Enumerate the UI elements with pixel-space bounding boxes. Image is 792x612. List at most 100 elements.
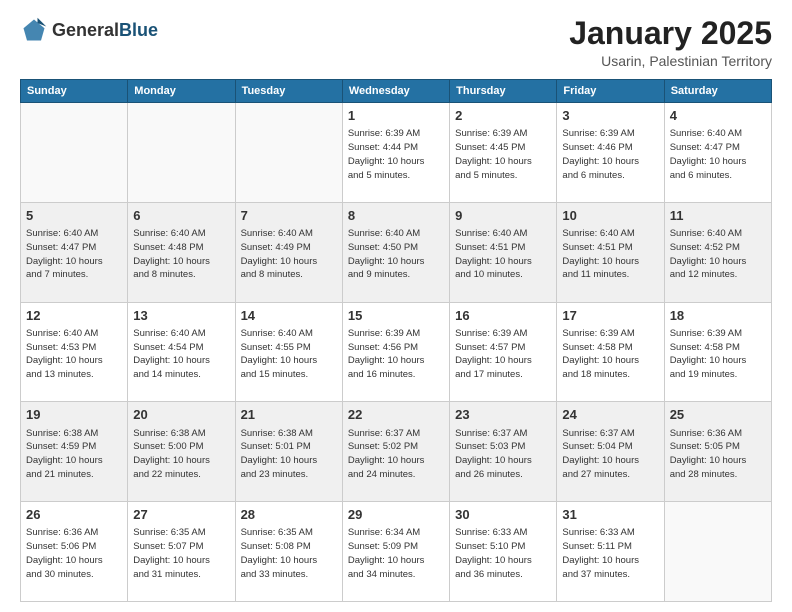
header-saturday: Saturday [664, 80, 771, 103]
day-info: Sunrise: 6:39 AMSunset: 4:58 PMDaylight:… [562, 327, 658, 382]
day-info: Sunrise: 6:33 AMSunset: 5:11 PMDaylight:… [562, 526, 658, 581]
table-row: 19 Sunrise: 6:38 AMSunset: 4:59 PMDayligh… [21, 402, 128, 502]
day-number: 21 [241, 406, 337, 424]
day-number: 13 [133, 307, 229, 325]
calendar-week-row: 12 Sunrise: 6:40 AMSunset: 4:53 PMDayligh… [21, 302, 772, 402]
calendar-week-row: 5 Sunrise: 6:40 AMSunset: 4:47 PMDaylight… [21, 202, 772, 302]
day-info: Sunrise: 6:34 AMSunset: 5:09 PMDaylight:… [348, 526, 444, 581]
logo-text: GeneralBlue [52, 20, 158, 41]
day-number: 1 [348, 107, 444, 125]
page: GeneralBlue January 2025 Usarin, Palesti… [0, 0, 792, 612]
day-number: 27 [133, 506, 229, 524]
day-number: 19 [26, 406, 122, 424]
day-number: 8 [348, 207, 444, 225]
day-number: 11 [670, 207, 766, 225]
logo-icon [20, 16, 48, 44]
table-row: 24Sunrise: 6:37 AMSunset: 5:04 PMDayligh… [557, 402, 664, 502]
day-info: Sunrise: 6:37 AMSunset: 5:03 PMDaylight:… [455, 427, 551, 482]
day-info: Sunrise: 6:39 AMSunset: 4:57 PMDaylight:… [455, 327, 551, 382]
day-info: Sunrise: 6:40 AMSunset: 4:51 PMDaylight:… [455, 227, 551, 282]
day-number: 5 [26, 207, 122, 225]
table-row: 28 Sunrise: 6:35 AMSunset: 5:08 PMDayligh… [235, 502, 342, 602]
table-row: 22Sunrise: 6:37 AMSunset: 5:02 PMDayligh… [342, 402, 449, 502]
day-number: 3 [562, 107, 658, 125]
calendar-table: Sunday Monday Tuesday Wednesday Thursday… [20, 79, 772, 602]
table-row: 29 Sunrise: 6:34 AMSunset: 5:09 PMDayligh… [342, 502, 449, 602]
day-info: Sunrise: 6:37 AMSunset: 5:04 PMDaylight:… [562, 427, 658, 482]
table-row: 9Sunrise: 6:40 AMSunset: 4:51 PMDaylight… [450, 202, 557, 302]
day-number: 23 [455, 406, 551, 424]
table-row: 13Sunrise: 6:40 AMSunset: 4:54 PMDayligh… [128, 302, 235, 402]
table-row: 5 Sunrise: 6:40 AMSunset: 4:47 PMDaylight… [21, 202, 128, 302]
table-row: 2 Sunrise: 6:39 AMSunset: 4:45 PMDaylight… [450, 103, 557, 203]
day-number: 6 [133, 207, 229, 225]
day-number: 17 [562, 307, 658, 325]
day-info: Sunrise: 6:40 AMSunset: 4:51 PMDaylight:… [562, 227, 658, 282]
day-info: Sunrise: 6:38 AMSunset: 5:00 PMDaylight:… [133, 427, 229, 482]
day-info: Sunrise: 6:38 AMSunset: 4:59 PMDaylight:… [26, 427, 122, 482]
day-number: 10 [562, 207, 658, 225]
logo: GeneralBlue [20, 16, 158, 44]
day-info: Sunrise: 6:40 AMSunset: 4:48 PMDaylight:… [133, 227, 229, 282]
calendar-week-row: 26Sunrise: 6:36 AMSunset: 5:06 PMDayligh… [21, 502, 772, 602]
table-row: 20 Sunrise: 6:38 AMSunset: 5:00 PMDayligh… [128, 402, 235, 502]
day-number: 26 [26, 506, 122, 524]
logo-general: General [52, 20, 119, 40]
table-row [21, 103, 128, 203]
day-info: Sunrise: 6:40 AMSunset: 4:49 PMDaylight:… [241, 227, 337, 282]
day-info: Sunrise: 6:39 AMSunset: 4:56 PMDaylight:… [348, 327, 444, 382]
day-info: Sunrise: 6:39 AMSunset: 4:46 PMDaylight:… [562, 127, 658, 182]
day-info: Sunrise: 6:40 AMSunset: 4:55 PMDaylight:… [241, 327, 337, 382]
table-row [128, 103, 235, 203]
table-row: 3 Sunrise: 6:39 AMSunset: 4:46 PMDaylight… [557, 103, 664, 203]
table-row: 4 Sunrise: 6:40 AMSunset: 4:47 PMDaylight… [664, 103, 771, 203]
day-number: 29 [348, 506, 444, 524]
calendar-week-row: 1 Sunrise: 6:39 AMSunset: 4:44 PMDaylight… [21, 103, 772, 203]
header-tuesday: Tuesday [235, 80, 342, 103]
logo-blue: Blue [119, 20, 158, 40]
weekday-header-row: Sunday Monday Tuesday Wednesday Thursday… [21, 80, 772, 103]
day-number: 18 [670, 307, 766, 325]
table-row: 16 Sunrise: 6:39 AMSunset: 4:57 PMDayligh… [450, 302, 557, 402]
day-info: Sunrise: 6:40 AMSunset: 4:52 PMDaylight:… [670, 227, 766, 282]
day-info: Sunrise: 6:36 AMSunset: 5:05 PMDaylight:… [670, 427, 766, 482]
day-info: Sunrise: 6:39 AMSunset: 4:44 PMDaylight:… [348, 127, 444, 182]
header-sunday: Sunday [21, 80, 128, 103]
day-number: 12 [26, 307, 122, 325]
day-number: 28 [241, 506, 337, 524]
day-number: 7 [241, 207, 337, 225]
day-number: 20 [133, 406, 229, 424]
header-friday: Friday [557, 80, 664, 103]
day-number: 30 [455, 506, 551, 524]
day-info: Sunrise: 6:39 AMSunset: 4:58 PMDaylight:… [670, 327, 766, 382]
table-row: 18 Sunrise: 6:39 AMSunset: 4:58 PMDayligh… [664, 302, 771, 402]
day-number: 22 [348, 406, 444, 424]
day-number: 14 [241, 307, 337, 325]
table-row [664, 502, 771, 602]
day-info: Sunrise: 6:40 AMSunset: 4:53 PMDaylight:… [26, 327, 122, 382]
table-row: 14 Sunrise: 6:40 AMSunset: 4:55 PMDayligh… [235, 302, 342, 402]
table-row: 1 Sunrise: 6:39 AMSunset: 4:44 PMDaylight… [342, 103, 449, 203]
day-info: Sunrise: 6:35 AMSunset: 5:07 PMDaylight:… [133, 526, 229, 581]
day-number: 2 [455, 107, 551, 125]
table-row: 15 Sunrise: 6:39 AMSunset: 4:56 PMDayligh… [342, 302, 449, 402]
day-info: Sunrise: 6:40 AMSunset: 4:47 PMDaylight:… [26, 227, 122, 282]
day-info: Sunrise: 6:39 AMSunset: 4:45 PMDaylight:… [455, 127, 551, 182]
table-row: 31Sunrise: 6:33 AMSunset: 5:11 PMDayligh… [557, 502, 664, 602]
day-info: Sunrise: 6:40 AMSunset: 4:50 PMDaylight:… [348, 227, 444, 282]
table-row: 30 Sunrise: 6:33 AMSunset: 5:10 PMDayligh… [450, 502, 557, 602]
day-number: 15 [348, 307, 444, 325]
calendar-week-row: 19 Sunrise: 6:38 AMSunset: 4:59 PMDayligh… [21, 402, 772, 502]
day-info: Sunrise: 6:40 AMSunset: 4:47 PMDaylight:… [670, 127, 766, 182]
day-number: 16 [455, 307, 551, 325]
calendar-title: January 2025 [569, 16, 772, 51]
header-wednesday: Wednesday [342, 80, 449, 103]
day-number: 4 [670, 107, 766, 125]
header-monday: Monday [128, 80, 235, 103]
day-number: 25 [670, 406, 766, 424]
day-info: Sunrise: 6:33 AMSunset: 5:10 PMDaylight:… [455, 526, 551, 581]
header-thursday: Thursday [450, 80, 557, 103]
header: GeneralBlue January 2025 Usarin, Palesti… [20, 16, 772, 69]
table-row: 23 Sunrise: 6:37 AMSunset: 5:03 PMDayligh… [450, 402, 557, 502]
day-info: Sunrise: 6:35 AMSunset: 5:08 PMDaylight:… [241, 526, 337, 581]
